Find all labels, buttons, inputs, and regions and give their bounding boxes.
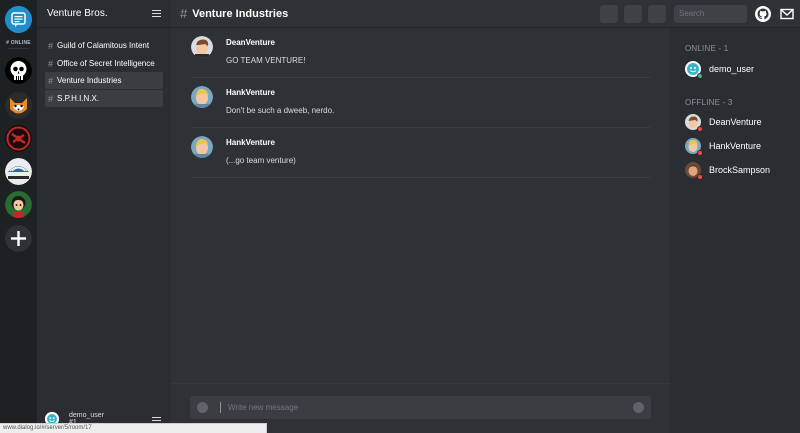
member-item[interactable]: demo_user	[685, 60, 755, 79]
member-list: ONLINE - 1 demo_user OFFLINE - 3 DeanVen…	[670, 28, 800, 433]
status-dot	[697, 126, 703, 132]
online-label: # ONLINE	[6, 40, 31, 46]
channel-item-hovered[interactable]: # S.P.H.I.N.X.	[45, 90, 163, 107]
emoji-icon[interactable]	[633, 402, 644, 413]
server-red-seal-icon[interactable]	[5, 125, 32, 152]
header-action-button[interactable]	[624, 5, 642, 23]
message-author[interactable]: DeanVenture	[226, 38, 275, 47]
message-item: HankVenture Don't be such a dweeb, nerdo…	[191, 78, 650, 128]
header-action-button[interactable]	[648, 5, 666, 23]
status-dot	[697, 150, 703, 156]
channel-label: S.P.H.I.N.X.	[57, 94, 100, 103]
message-item: DeanVenture GO TEAM VENTURE!	[191, 28, 650, 78]
status-dot	[697, 73, 703, 79]
member-name: BrockSampson	[709, 165, 771, 175]
message-text: Don't be such a dweeb, nerdo.	[226, 106, 335, 115]
message-avatar[interactable]	[191, 136, 213, 158]
member-item[interactable]: BrockSampson	[685, 161, 771, 180]
message-avatar[interactable]	[191, 36, 213, 58]
text-cursor	[220, 402, 221, 413]
message-input[interactable]: Write new message	[228, 403, 298, 412]
channel-title: Venture Industries	[192, 7, 289, 20]
member-item[interactable]: DeanVenture	[685, 113, 762, 132]
server-name: Venture Bros.	[47, 8, 108, 19]
channel-item[interactable]: # Office of Secret Intelligence	[45, 55, 163, 72]
message-text: GO TEAM VENTURE!	[226, 56, 306, 65]
offline-section-title: OFFLINE - 3	[685, 98, 733, 107]
member-name: HankVenture	[709, 141, 762, 151]
message-author[interactable]: HankVenture	[226, 88, 275, 97]
server-rail: # ONLINE	[0, 0, 37, 433]
channel-label: Venture Industries	[57, 76, 122, 85]
channel-item-active[interactable]: # Venture Industries	[45, 72, 163, 89]
channel-label: Guild of Calamitous Intent	[57, 41, 150, 50]
composer-divider	[171, 383, 670, 384]
message-item: HankVenture (...go team venture)	[191, 128, 650, 178]
hash-icon: #	[180, 6, 188, 21]
hash-icon: #	[48, 40, 54, 51]
username: demo_user	[69, 412, 105, 419]
header-action-button[interactable]	[600, 5, 618, 23]
message-text: (...go team venture)	[226, 156, 296, 165]
search-input[interactable]: Search	[674, 5, 747, 23]
server-avatar-girl-icon[interactable]	[5, 191, 32, 218]
github-icon[interactable]	[754, 5, 772, 23]
mail-icon[interactable]	[778, 5, 796, 23]
member-name: DeanVenture	[709, 117, 762, 127]
member-avatar	[685, 61, 703, 79]
message-composer[interactable]: Write new message	[190, 396, 651, 419]
message-area: DeanVenture GO TEAM VENTURE! HankVenture…	[171, 28, 670, 433]
member-avatar	[685, 138, 703, 156]
attach-icon[interactable]	[197, 402, 208, 413]
status-dot	[697, 174, 703, 180]
rail-divider	[8, 48, 29, 49]
add-server-icon[interactable]	[5, 225, 32, 252]
channel-sidebar: Venture Bros. # Guild of Calamitous Inte…	[37, 0, 171, 433]
member-item[interactable]: HankVenture	[685, 137, 762, 156]
member-avatar	[685, 114, 703, 132]
channel-header: # Venture Industries Search	[171, 0, 800, 28]
server-fox-icon[interactable]	[5, 92, 32, 119]
channel-label: Office of Secret Intelligence	[57, 59, 155, 68]
server-menu-icon[interactable]	[152, 10, 161, 18]
hash-icon: #	[48, 58, 54, 69]
server-header[interactable]: Venture Bros.	[37, 0, 171, 28]
hash-icon: #	[48, 75, 54, 86]
channel-item[interactable]: # Guild of Calamitous Intent	[45, 37, 163, 54]
member-avatar	[685, 162, 703, 180]
hash-icon: #	[48, 93, 54, 104]
home-chat-icon[interactable]	[5, 6, 32, 33]
message-avatar[interactable]	[191, 86, 213, 108]
server-venture-logo-icon[interactable]	[5, 158, 32, 185]
status-url: www.dialog.io/#/server/5/room/17	[0, 423, 267, 433]
message-author[interactable]: HankVenture	[226, 138, 275, 147]
online-section-title: ONLINE - 1	[685, 44, 729, 53]
member-name: demo_user	[709, 64, 755, 74]
server-skull-icon[interactable]	[5, 57, 32, 84]
